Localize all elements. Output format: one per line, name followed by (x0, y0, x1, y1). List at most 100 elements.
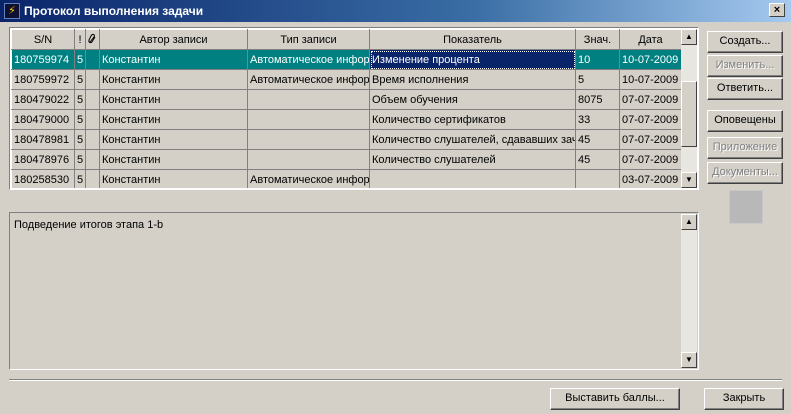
cell-attachment[interactable] (85, 69, 100, 90)
create-button-label: Создать... (719, 35, 771, 47)
cell-value[interactable]: 33 (575, 109, 620, 130)
title-bar[interactable]: ⚡ Протокол выполнения задачи × (0, 0, 791, 22)
cell-author[interactable]: Константин (99, 109, 248, 130)
cell-sn[interactable]: 180479000 (11, 109, 75, 130)
cell-indicator[interactable] (369, 169, 576, 188)
cell-attachment[interactable] (85, 169, 100, 188)
cell-attachment[interactable] (85, 149, 100, 170)
cell-type[interactable] (247, 149, 370, 170)
paperclip-icon (88, 33, 96, 43)
description-memo[interactable]: Подведение итогов этапа 1-b ▲ ▼ (9, 212, 699, 370)
memo-vertical-scrollbar[interactable]: ▲ ▼ (681, 214, 697, 368)
table-row[interactable]: 180478981 5 Константин Количество слушателе… (11, 129, 681, 150)
cell-attachment[interactable] (85, 109, 100, 130)
cell-author[interactable]: Константин (99, 129, 248, 150)
cell-value[interactable]: 8075 (575, 89, 620, 110)
window-title: Протокол выполнения задачи (24, 4, 204, 18)
cell-author[interactable]: Константин (99, 49, 248, 70)
table-row[interactable]: 180759974 5 Константин Автоматическое инфор… (11, 49, 681, 70)
cell-date[interactable]: 07-07-2009 1 (619, 109, 681, 130)
memo-scroll-down-arrow-icon[interactable]: ▼ (681, 352, 697, 368)
cell-sn[interactable]: 180258530 (11, 169, 75, 188)
cell-type[interactable]: Автоматическое информ (247, 69, 370, 90)
cell-sn[interactable]: 180759974 (11, 49, 75, 70)
cell-priority[interactable]: 5 (74, 69, 86, 90)
table-row[interactable]: 180258530 5 Константин Автоматическое инфор… (11, 169, 681, 188)
cell-author[interactable]: Константин (99, 169, 248, 188)
cell-type[interactable] (247, 129, 370, 150)
notified-button-label: Оповещены (714, 114, 776, 126)
cell-sn[interactable]: 180478981 (11, 129, 75, 150)
table-row[interactable]: 180478976 5 Константин Количество слушателе… (11, 149, 681, 170)
table-row[interactable]: 180759972 5 Константин Автоматическое инфор… (11, 69, 681, 90)
cell-type[interactable]: Автоматическое информ (247, 169, 370, 188)
grid-vertical-scrollbar[interactable]: ▲ ▼ (681, 29, 697, 188)
cell-indicator[interactable]: Объем обучения (369, 89, 576, 110)
cell-author[interactable]: Константин (99, 89, 248, 110)
cell-date[interactable]: 07-07-2009 1 (619, 89, 681, 110)
set-scores-button-label: Выставить баллы... (565, 392, 665, 404)
cell-value[interactable] (575, 169, 620, 188)
records-table: S/N ! Автор записи Тип записи Показатель… (11, 29, 681, 188)
cell-author[interactable]: Константин (99, 69, 248, 90)
attachment-button[interactable]: Приложение (707, 137, 783, 159)
memo-scroll-up-arrow-icon[interactable]: ▲ (681, 214, 697, 230)
column-header-attachment[interactable] (85, 29, 100, 50)
column-header-value[interactable]: Знач. (575, 29, 620, 50)
table-row[interactable]: 180479000 5 Константин Количество сертифика… (11, 109, 681, 130)
set-scores-button[interactable]: Выставить баллы... (550, 388, 680, 410)
edit-button[interactable]: Изменить... (707, 55, 783, 77)
cell-attachment[interactable] (85, 89, 100, 110)
scroll-down-arrow-icon[interactable]: ▼ (681, 172, 697, 188)
cell-date[interactable]: 03-07-2009 1 (619, 169, 681, 188)
create-button[interactable]: Создать... (707, 31, 783, 53)
column-header-date[interactable]: Дата (619, 29, 681, 50)
column-header-author[interactable]: Автор записи (99, 29, 248, 50)
close-button-label: Закрыть (722, 392, 766, 404)
image-placeholder (729, 190, 763, 224)
column-header-sn[interactable]: S/N (11, 29, 75, 50)
cell-type[interactable] (247, 109, 370, 130)
cell-type[interactable]: Автоматическое информ (247, 49, 370, 70)
cell-author[interactable]: Константин (99, 149, 248, 170)
description-text: Подведение итогов этапа 1-b (14, 219, 164, 231)
cell-indicator[interactable]: Время исполнения (369, 69, 576, 90)
column-header-indicator[interactable]: Показатель (369, 29, 576, 50)
cell-indicator[interactable]: Количество слушателей (369, 149, 576, 170)
cell-sn[interactable]: 180759972 (11, 69, 75, 90)
cell-date[interactable]: 07-07-2009 1 (619, 149, 681, 170)
reply-button[interactable]: Ответить... (707, 78, 783, 100)
cell-indicator[interactable]: Количество слушателей, сдававших зачет (369, 129, 576, 150)
close-button[interactable]: Закрыть (704, 388, 784, 410)
cell-value[interactable]: 10 (575, 49, 620, 70)
cell-date[interactable]: 10-07-2009 1 (619, 69, 681, 90)
cell-date[interactable]: 07-07-2009 1 (619, 129, 681, 150)
column-header-type[interactable]: Тип записи (247, 29, 370, 50)
close-window-button[interactable]: × (769, 3, 785, 17)
cell-priority[interactable]: 5 (74, 129, 86, 150)
cell-value[interactable]: 5 (575, 69, 620, 90)
column-header-priority[interactable]: ! (74, 29, 86, 50)
cell-sn[interactable]: 180479022 (11, 89, 75, 110)
scroll-up-arrow-icon[interactable]: ▲ (681, 29, 697, 45)
cell-value[interactable]: 45 (575, 149, 620, 170)
notified-button[interactable]: Оповещены (707, 110, 783, 132)
cell-priority[interactable]: 5 (74, 49, 86, 70)
cell-priority[interactable]: 5 (74, 109, 86, 130)
table-row[interactable]: 180479022 5 Константин Объем обучения 8075 07… (11, 89, 681, 110)
reply-button-label: Ответить... (716, 82, 774, 94)
cell-date[interactable]: 10-07-2009 1 (619, 49, 681, 70)
cell-indicator[interactable]: Изменение процента (369, 49, 576, 70)
cell-type[interactable] (247, 89, 370, 110)
cell-value[interactable]: 45 (575, 129, 620, 150)
cell-attachment[interactable] (85, 129, 100, 150)
cell-sn[interactable]: 180478976 (11, 149, 75, 170)
cell-indicator[interactable]: Количество сертификатов (369, 109, 576, 130)
cell-attachment[interactable] (85, 49, 100, 70)
records-grid[interactable]: S/N ! Автор записи Тип записи Показатель… (9, 27, 699, 190)
cell-priority[interactable]: 5 (74, 149, 86, 170)
cell-priority[interactable]: 5 (74, 89, 86, 110)
scroll-thumb[interactable] (681, 81, 697, 147)
documents-button[interactable]: Документы... (707, 162, 783, 184)
cell-priority[interactable]: 5 (74, 169, 86, 188)
